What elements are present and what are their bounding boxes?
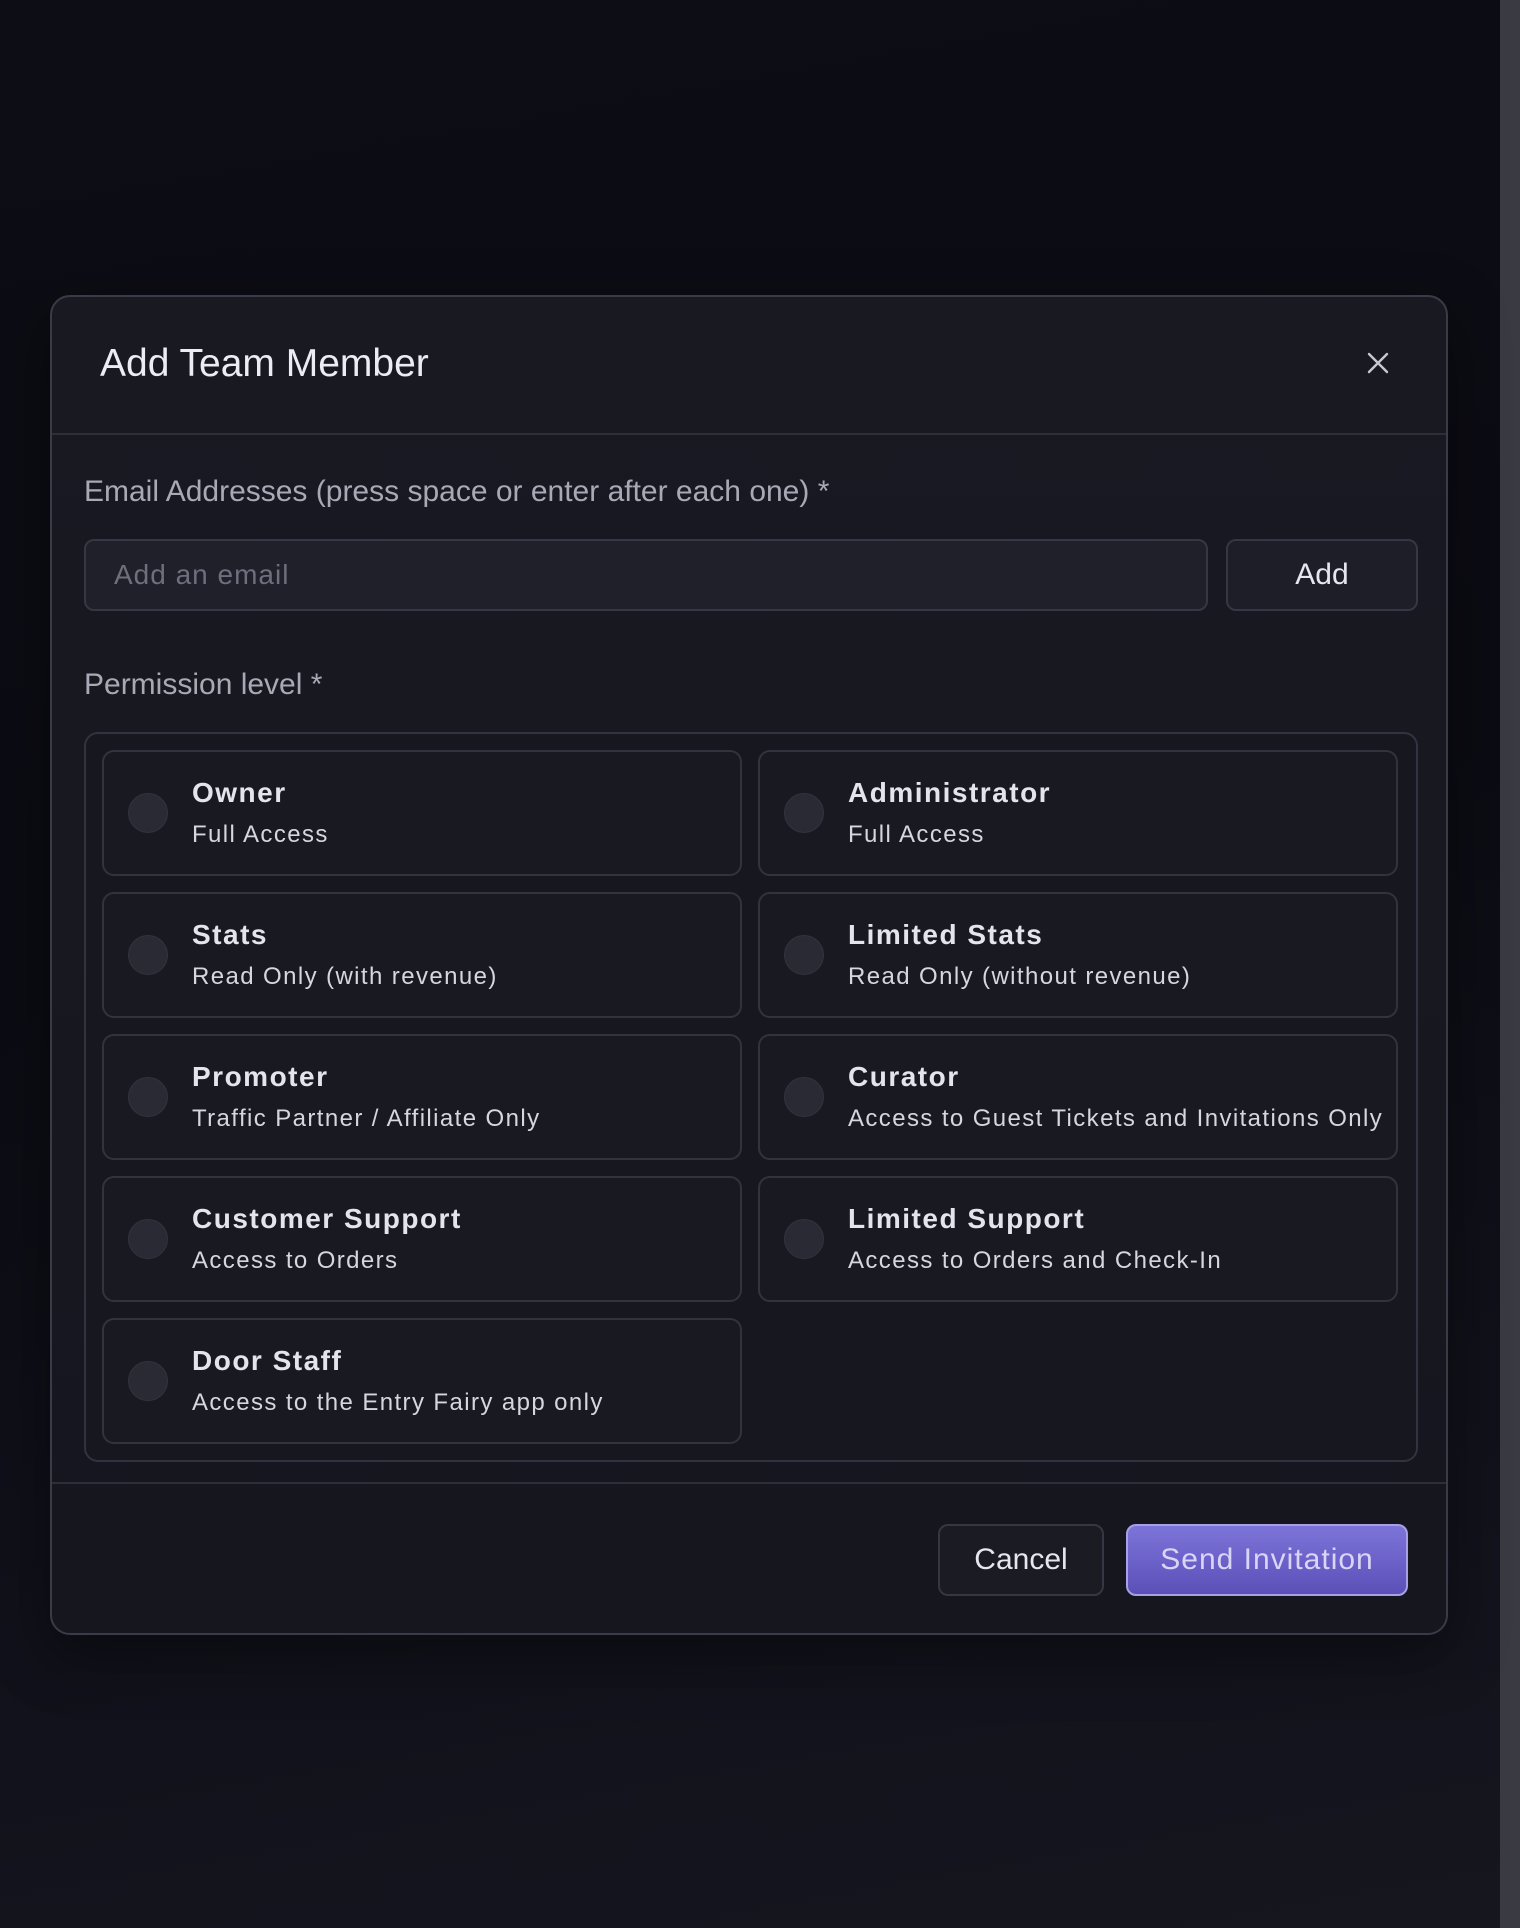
dialog-header: Add Team Member [52,297,1446,435]
permission-option-title: Curator [848,1061,960,1092]
radio-button[interactable] [784,935,824,975]
permission-option-door-staff[interactable]: Door Staff Access to the Entry Fairy app… [102,1318,742,1444]
add-team-member-dialog: Add Team Member Email Addresses (press s… [50,295,1448,1635]
email-label: Email Addresses (press space or enter af… [84,475,830,508]
permission-option-stats[interactable]: Stats Read Only (with revenue) [102,892,742,1018]
permission-option-curator[interactable]: Curator Access to Guest Tickets and Invi… [758,1034,1398,1160]
permission-option-description: Traffic Partner / Affiliate Only [192,1105,541,1132]
radio-button[interactable] [128,1219,168,1259]
permission-option-description: Access to the Entry Fairy app only [192,1389,604,1416]
email-input[interactable] [84,539,1208,611]
permission-option-description: Access to Orders [192,1247,399,1274]
close-icon [1367,352,1389,374]
permission-option-description: Full Access [848,821,985,848]
dialog-title: Add Team Member [100,342,429,385]
permission-option-promoter[interactable]: Promoter Traffic Partner / Affiliate Onl… [102,1034,742,1160]
permission-option-title: Owner [192,777,287,808]
radio-button[interactable] [784,793,824,833]
radio-button[interactable] [128,935,168,975]
permission-option-administrator[interactable]: Administrator Full Access [758,750,1398,876]
permission-option-description: Read Only (with revenue) [192,963,498,990]
permission-option-title: Promoter [192,1061,329,1092]
permission-option-title: Stats [192,919,268,950]
radio-button[interactable] [128,1361,168,1401]
permission-option-title: Door Staff [192,1345,343,1376]
permission-option-title: Administrator [848,777,1052,808]
permission-option-title: Customer Support [192,1203,462,1234]
cancel-button[interactable]: Cancel [938,1524,1104,1596]
permission-option-limited-stats[interactable]: Limited Stats Read Only (without revenue… [758,892,1398,1018]
close-button[interactable] [1358,343,1398,383]
radio-button[interactable] [784,1077,824,1117]
permission-option-description: Read Only (without revenue) [848,963,1192,990]
permission-option-owner[interactable]: Owner Full Access [102,750,742,876]
page-scrollbar[interactable] [1500,0,1520,1928]
send-invitation-button[interactable]: Send Invitation [1126,1524,1408,1596]
permission-level-label: Permission level * [84,668,323,701]
permission-option-description: Access to Guest Tickets and Invitations … [848,1105,1384,1132]
permission-level-group: Owner Full Access Administrator Full Acc… [84,732,1418,1462]
radio-button[interactable] [784,1219,824,1259]
permission-option-limited-support[interactable]: Limited Support Access to Orders and Che… [758,1176,1398,1302]
radio-button[interactable] [128,793,168,833]
radio-button[interactable] [128,1077,168,1117]
permission-option-description: Access to Orders and Check-In [848,1247,1223,1274]
dialog-footer: Cancel Send Invitation [52,1482,1446,1633]
add-email-button[interactable]: Add [1226,539,1418,611]
permission-option-description: Full Access [192,821,329,848]
permission-option-title: Limited Stats [848,919,1044,950]
permission-option-customer-support[interactable]: Customer Support Access to Orders [102,1176,742,1302]
permission-option-title: Limited Support [848,1203,1086,1234]
